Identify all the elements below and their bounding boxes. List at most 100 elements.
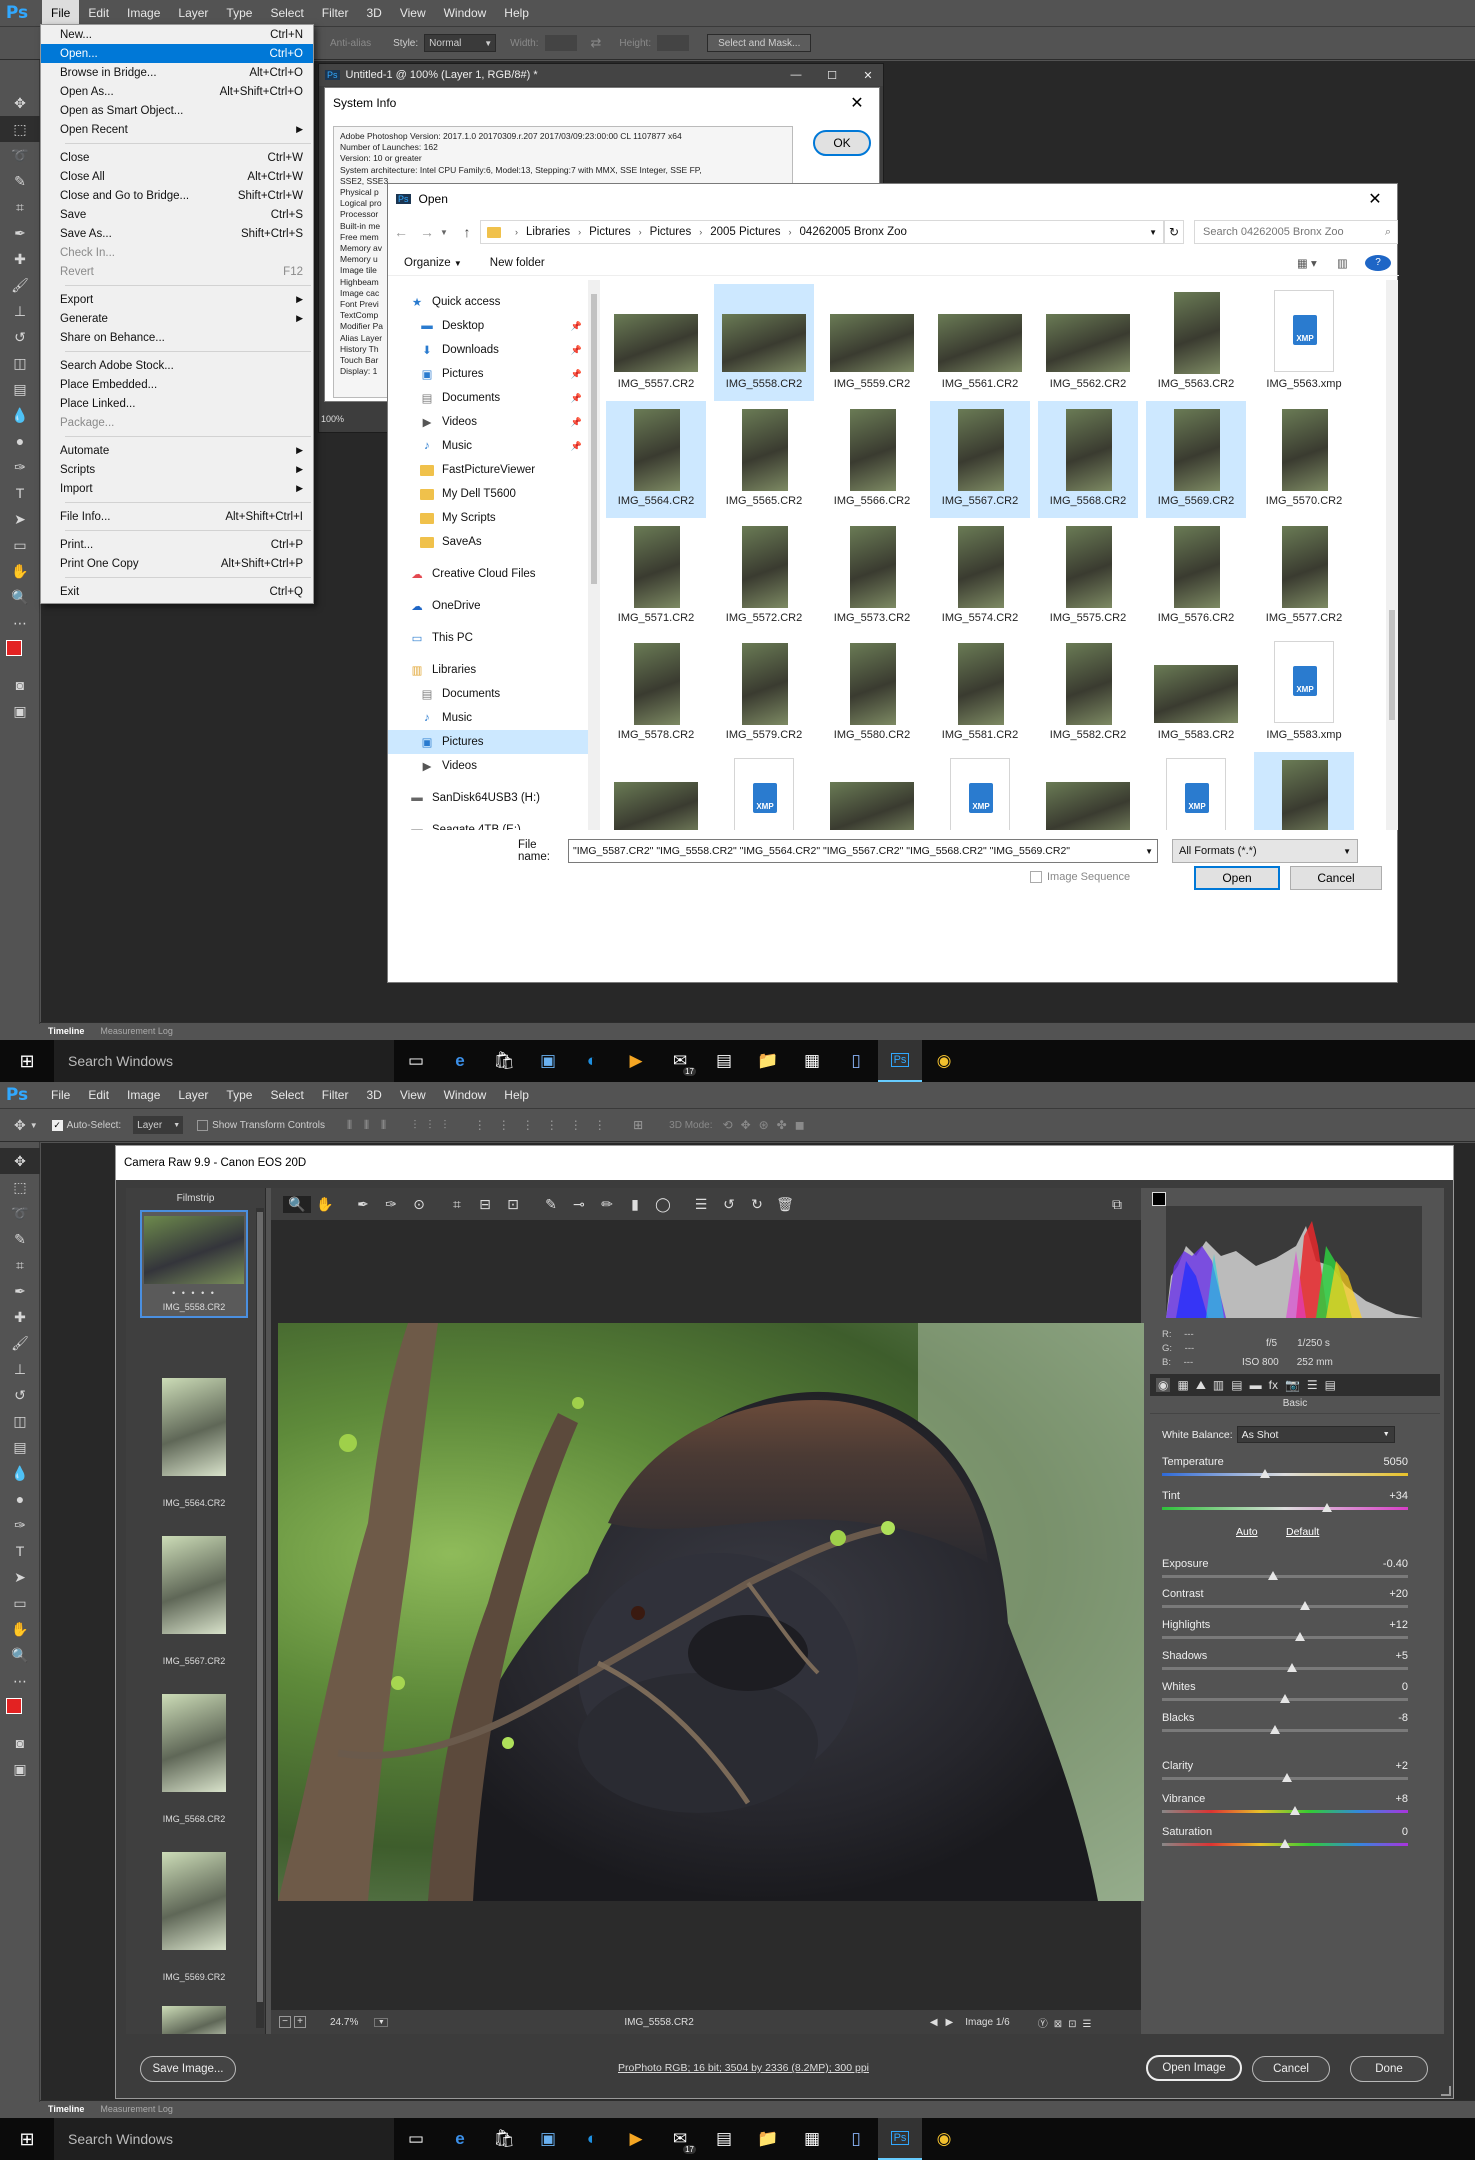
file-thumbnail[interactable]: IMG_5577.CR2 xyxy=(1254,518,1354,635)
slider-value[interactable]: +2 xyxy=(1395,1760,1408,1772)
nav-item[interactable]: ▤ Documents xyxy=(388,682,588,706)
nav-item[interactable]: ☁ OneDrive xyxy=(388,594,588,618)
align-icons[interactable]: ⫴⫴⫴ ⫶⫶⫶ ⋮⋮⋮⋮⋮⋮ ⊞ xyxy=(347,1118,655,1133)
file-menu-item[interactable]: New... Ctrl+N xyxy=(41,25,313,44)
eyedropper-icon[interactable]: ✒ xyxy=(0,220,40,246)
menu-help[interactable]: Help xyxy=(495,0,538,26)
move-tool-icon[interactable]: ✥ xyxy=(14,1117,26,1134)
file-menu-item[interactable]: Close Ctrl+W xyxy=(41,148,313,167)
teamviewer-icon[interactable]: ◐ xyxy=(570,2118,614,2160)
prev-image-icon[interactable]: ◀ xyxy=(930,2017,938,2028)
file-menu-item[interactable]: Place Linked... xyxy=(41,394,313,413)
select-and-mask-button[interactable]: Select and Mask... xyxy=(707,34,812,52)
filmstrip-item[interactable]: IMG_5569.CR2 xyxy=(140,1842,248,1986)
slider-track[interactable] xyxy=(1162,1507,1408,1510)
zoom-out-icon[interactable]: − xyxy=(279,2016,291,2028)
notes-icon[interactable]: ▯ xyxy=(834,2118,878,2160)
file-menu-item[interactable]: Generate ▶ xyxy=(41,309,313,328)
eyedropper-icon[interactable]: ✒ xyxy=(0,1278,40,1304)
store-icon[interactable]: 🛍 xyxy=(482,2118,526,2160)
breadcrumb-item[interactable]: Pictures xyxy=(650,226,692,238)
slider-highlights[interactable]: Highlights +12 xyxy=(1162,1619,1426,1649)
file-thumbnail[interactable]: IMG_5564.CR2 xyxy=(606,401,706,518)
save-image-button[interactable]: Save Image... xyxy=(140,2056,236,2082)
file-thumbnail[interactable]: XMPIMG_5585.xmp xyxy=(930,752,1030,830)
forward-icon[interactable]: → xyxy=(414,224,440,240)
default-link[interactable]: Default xyxy=(1286,1526,1319,1538)
close-icon[interactable]: ✕ xyxy=(835,93,879,113)
file-menu-item[interactable]: Browse in Bridge... Alt+Ctrl+O xyxy=(41,63,313,82)
slider-handle[interactable] xyxy=(1299,1601,1310,1610)
file-menu-item[interactable]: Close and Go to Bridge... Shift+Ctrl+W xyxy=(41,186,313,205)
menu-file[interactable]: File xyxy=(42,0,80,26)
filmstrip-scrollbar[interactable] xyxy=(256,1208,264,2028)
file-explorer-icon[interactable]: 📁 xyxy=(746,1040,790,1082)
trash-icon[interactable]: 🗑 xyxy=(771,1196,799,1213)
color-sampler-icon[interactable]: ✑ xyxy=(377,1196,405,1213)
filmstrip-item[interactable]: IMG_5568.CR2 xyxy=(140,1684,248,1828)
menu-window[interactable]: Window xyxy=(435,1082,496,1108)
lasso-tool-icon[interactable]: ➰ xyxy=(0,142,40,168)
task-view-icon[interactable]: ▭ xyxy=(394,1040,438,1082)
slider-handle[interactable] xyxy=(1289,1806,1300,1815)
acr-cancel-button[interactable]: Cancel xyxy=(1252,2056,1330,2082)
open-image-button[interactable]: Open Image xyxy=(1146,2055,1242,2081)
slider-vibrance[interactable]: Vibrance +8 xyxy=(1162,1793,1426,1823)
slider-handle[interactable] xyxy=(1294,1632,1305,1641)
file-menu-item[interactable]: Scripts ▶ xyxy=(41,460,313,479)
targeted-adjust-icon[interactable]: ⊙ xyxy=(405,1196,433,1213)
zoom-in-icon[interactable]: + xyxy=(294,2016,306,2028)
search-box[interactable]: Search 04262005 Bronx Zoo ⌕ xyxy=(1194,220,1398,244)
nav-item[interactable]: ▬ Seagate 4TB (E:) xyxy=(388,818,588,830)
photoshop-taskbar-icon[interactable]: Ps xyxy=(878,1040,922,1082)
slider-handle[interactable] xyxy=(1270,1725,1281,1734)
detail-icon[interactable]: ⛰ xyxy=(1196,1378,1206,1393)
basic-tab-icon[interactable]: ◉ xyxy=(1156,1378,1171,1392)
file-thumbnail[interactable]: IMG_5576.CR2 xyxy=(1146,518,1246,635)
breadcrumb-item[interactable]: Pictures xyxy=(589,226,631,238)
taskbar-search[interactable]: Search Windows xyxy=(54,1040,394,1082)
gradient-icon[interactable]: ▤ xyxy=(0,1434,40,1460)
slider-track[interactable] xyxy=(1162,1729,1408,1732)
auto-link[interactable]: Auto xyxy=(1236,1526,1258,1538)
breadcrumb-item[interactable]: 2005 Pictures xyxy=(710,226,780,238)
pen-tool-icon[interactable]: ✑ xyxy=(0,1512,40,1538)
taskbar-search[interactable]: Search Windows xyxy=(54,2118,394,2160)
slider-value[interactable]: +20 xyxy=(1389,1588,1408,1600)
eraser-icon[interactable]: ◫ xyxy=(0,350,40,376)
presets-icon[interactable]: ☰ xyxy=(1307,1378,1318,1392)
marquee-tool-icon[interactable]: ⬚ xyxy=(0,116,40,142)
file-name-input[interactable]: "IMG_5587.CR2" "IMG_5558.CR2" "IMG_5564.… xyxy=(568,839,1158,863)
menu-edit[interactable]: Edit xyxy=(79,1082,118,1108)
width-input[interactable] xyxy=(544,35,577,51)
file-thumbnail[interactable]: IMG_5586.CR2 xyxy=(1038,752,1138,830)
file-menu-item[interactable]: Automate ▶ xyxy=(41,441,313,460)
quick-select-icon[interactable]: ✎ xyxy=(0,168,40,194)
hand-tool-icon[interactable]: ✋ xyxy=(0,1616,40,1642)
timeline-tab[interactable]: Timeline xyxy=(48,2104,84,2114)
file-thumbnail[interactable]: IMG_5557.CR2 xyxy=(606,284,706,401)
image-sequence-checkbox[interactable]: Image Sequence xyxy=(1030,871,1130,883)
file-menu-item[interactable]: Open as Smart Object... xyxy=(41,101,313,120)
rotate-right-icon[interactable]: ↻ xyxy=(743,1196,771,1213)
layer-select[interactable]: Layer ▼ xyxy=(133,1116,184,1134)
file-thumbnail[interactable]: IMG_5579.CR2 xyxy=(714,635,814,752)
slider-track[interactable] xyxy=(1162,1605,1408,1608)
brush-tool-icon[interactable]: 🖌 xyxy=(0,1330,40,1356)
media-icon[interactable]: ▶ xyxy=(614,2118,658,2160)
file-thumbnail[interactable]: IMG_5575.CR2 xyxy=(1038,518,1138,635)
file-thumbnail[interactable]: XMPIMG_5584.xmp xyxy=(714,752,814,830)
red-eye-icon[interactable]: ⊸ xyxy=(565,1196,593,1213)
file-menu-item[interactable]: Open... Ctrl+O xyxy=(41,44,313,63)
file-thumbnail[interactable]: IMG_5582.CR2 xyxy=(1038,635,1138,752)
file-menu-item[interactable]: File Info... Alt+Shift+Ctrl+I xyxy=(41,507,313,526)
resize-grip[interactable] xyxy=(1441,2086,1451,2096)
slider-value[interactable]: -0.40 xyxy=(1383,1558,1408,1570)
file-thumbnail[interactable]: XMPIMG_5586.xmp xyxy=(1146,752,1246,830)
done-button[interactable]: Done xyxy=(1350,2056,1428,2082)
file-menu-item[interactable]: Export ▶ xyxy=(41,290,313,309)
before-after-icons[interactable]: Ⓨ⊠⊡☰ xyxy=(1038,2015,1098,2030)
measurement-log-tab[interactable]: Measurement Log xyxy=(100,1026,173,1036)
slider-value[interactable]: 0 xyxy=(1402,1681,1408,1693)
slider-handle[interactable] xyxy=(1260,1469,1271,1478)
